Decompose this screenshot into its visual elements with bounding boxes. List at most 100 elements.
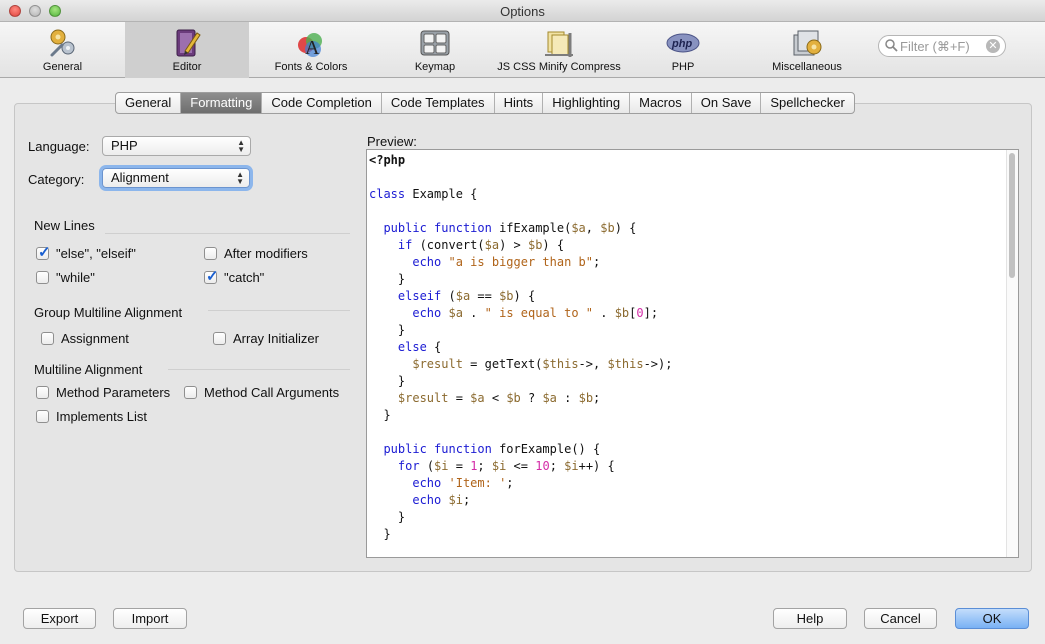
code-line: echo 'Item: '; [412,476,514,490]
checkbox-box[interactable] [36,243,51,261]
category-value: Alignment [111,170,169,185]
toolbar-label: PHP [671,61,695,73]
title-bar: Options [0,0,1045,22]
checkbox-box[interactable] [41,332,54,345]
divider [208,310,350,311]
code-line: if (convert($a) > $b) { [397,238,565,252]
checkbox-implements-list[interactable]: Implements List [36,409,147,424]
vertical-scrollbar[interactable] [1006,150,1018,557]
editor-icon [170,27,204,59]
language-select[interactable]: PHP ▲ ▼ [102,136,251,156]
checkbox-box[interactable] [184,386,197,399]
code-line: for ($i = 1; $i <= 10; $i++) { [397,459,615,473]
php-icon: php [666,27,700,59]
divider [168,369,350,370]
toolbar-miscellaneous[interactable]: Miscellaneous [745,22,869,78]
toolbar-label: General [42,61,83,73]
checkbox-label: After modifiers [224,246,308,261]
search-icon [885,39,898,55]
language-label: Language: [28,139,90,154]
toolbar-label: JS CSS Minify Compress [497,61,621,73]
checkbox-label: "catch" [224,270,265,285]
select-arrows-icon: ▲ ▼ [237,138,245,154]
checkbox-box[interactable] [36,386,49,399]
checkbox-box[interactable] [204,267,219,285]
toolbar-editor[interactable]: Editor [125,22,249,78]
code-line: $result = $a < $b ? $a : $b; [397,391,601,405]
tab-formatting[interactable]: Formatting [181,93,263,113]
import-button[interactable]: Import [113,608,187,629]
toolbar-fonts-colors[interactable]: A Fonts & Colors [249,22,373,78]
preview-label: Preview: [367,134,417,149]
category-select[interactable]: Alignment ▲ ▼ [102,168,250,188]
ok-button[interactable]: OK [955,608,1029,629]
toolbar-php[interactable]: php PHP [621,22,745,78]
scrollbar-thumb[interactable] [1009,153,1015,278]
help-button[interactable]: Help [773,608,847,629]
code-line: } [369,510,406,524]
checkbox-method-parameters[interactable]: Method Parameters [36,385,170,400]
code-line: echo $i; [412,493,471,507]
editor-tabs: General Formatting Code Completion Code … [115,92,855,114]
code-line: <?php [369,153,406,167]
multiline-alignment-title: Multiline Alignment [34,362,143,377]
checkbox-box[interactable] [204,247,217,260]
svg-text:A: A [305,37,320,59]
checkbox-label: Method Parameters [56,385,171,400]
checkbox-assignment[interactable]: Assignment [41,331,129,346]
checkbox-else-elseif[interactable]: "else", "elseif" [36,243,136,261]
toolbar-label: Miscellaneous [772,61,842,73]
export-button[interactable]: Export [23,608,96,629]
toolbar-js-css-minify[interactable]: JS CSS Minify Compress [497,22,621,78]
category-label: Category: [28,172,85,187]
keyboard-icon [418,27,452,59]
code-line: echo $a . " is equal to " . $b[0]; [412,306,659,320]
cancel-button[interactable]: Cancel [864,608,937,629]
checkbox-label: "while" [56,270,95,285]
checkbox-label: Assignment [61,331,129,346]
filter-input[interactable]: Filter (⌘+F) ✕ [878,35,1006,57]
toolbar-keymap[interactable]: Keymap [373,22,497,78]
tab-macros[interactable]: Macros [630,93,692,113]
tab-general[interactable]: General [116,93,182,113]
tab-code-completion[interactable]: Code Completion [262,93,382,113]
code-line: } [369,527,391,541]
code-line: class Example { [369,187,478,201]
tab-code-templates[interactable]: Code Templates [382,93,495,113]
checkbox-label: Method Call Arguments [204,385,340,400]
fonts-colors-icon: A [294,27,328,59]
svg-text:php: php [671,38,692,50]
code-line: public function forExample() { [383,442,601,456]
clear-filter-icon[interactable]: ✕ [986,39,1000,53]
tab-on-save[interactable]: On Save [692,93,762,113]
tab-spellchecker[interactable]: Spellchecker [761,93,853,113]
code-line: } [369,408,391,422]
checkbox-box[interactable] [36,410,49,423]
checkbox-after-modifiers[interactable]: After modifiers [204,246,308,261]
select-arrows-icon: ▲ ▼ [236,170,244,186]
gears-icon [46,27,80,59]
toolbar-label: Editor [172,61,202,73]
toolbar-label: Keymap [414,61,456,73]
code-preview[interactable]: <?php class Example { public function if… [366,149,1019,558]
tab-hints[interactable]: Hints [495,93,544,113]
checkbox-while[interactable]: "while" [36,270,95,285]
checkbox-array-initializer[interactable]: Array Initializer [213,331,319,346]
checkbox-box[interactable] [213,332,226,345]
checkbox-box[interactable] [36,271,49,284]
code-line: public function ifExample($a, $b) { [383,221,637,235]
code-line: elseif ($a == $b) { [397,289,536,303]
toolbar-general[interactable]: General [0,22,125,78]
code-line: } [369,374,406,388]
checkbox-method-call-arguments[interactable]: Method Call Arguments [184,385,339,400]
checkbox-catch[interactable]: "catch" [204,267,265,285]
code-line: echo "a is bigger than b"; [412,255,601,269]
code-line: else { [397,340,442,354]
code-line: } [369,272,406,286]
new-lines-title: New Lines [34,218,95,233]
tab-highlighting[interactable]: Highlighting [543,93,631,113]
language-value: PHP [111,138,138,153]
